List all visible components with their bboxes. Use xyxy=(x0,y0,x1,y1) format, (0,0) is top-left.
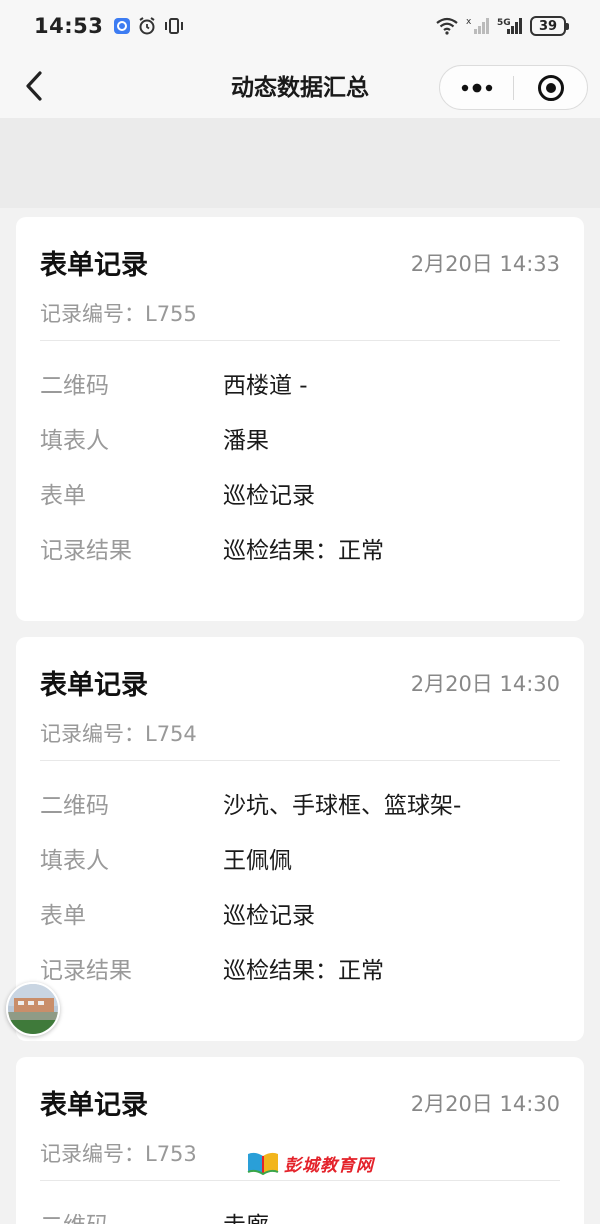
wifi-icon xyxy=(435,16,459,36)
value-filler: 王佩佩 xyxy=(223,848,292,874)
row-form: 表单 巡检记录 xyxy=(40,897,560,929)
row-result: 记录结果 巡检结果：正常 xyxy=(40,532,560,564)
record-card[interactable]: 表单记录 2月20日 14:30 记录编号：L753 二维码 走廊 - xyxy=(16,1057,584,1224)
label-filler: 填表人 xyxy=(40,428,109,454)
label-form: 表单 xyxy=(40,483,86,509)
nav-bar: 动态数据汇总 xyxy=(0,52,600,118)
book-logo-icon xyxy=(247,1152,279,1176)
card-title: 表单记录 xyxy=(40,1090,148,1121)
svg-text:x: x xyxy=(466,17,472,27)
signal-5g-icon: 5G xyxy=(497,16,523,36)
battery-level: 39 xyxy=(538,18,558,34)
row-filler: 填表人 王佩佩 xyxy=(40,842,560,874)
value-form: 巡检记录 xyxy=(223,483,315,509)
status-icons-right: x 5G 39 xyxy=(435,16,569,36)
row-qrcode: 二维码 沙坑、手球框、篮球架- xyxy=(40,787,560,819)
app-notification-icon xyxy=(113,17,131,35)
alarm-icon xyxy=(137,16,157,36)
label-qrcode: 二维码 xyxy=(40,1206,223,1224)
value-form: 巡检记录 xyxy=(223,903,315,929)
record-card[interactable]: 表单记录 2月20日 14:30 记录编号：L754 二维码 沙坑、手球框、篮球… xyxy=(16,637,584,1041)
card-title: 表单记录 xyxy=(40,250,148,281)
record-number: 记录编号：L754 xyxy=(40,722,197,746)
miniprogram-capsule xyxy=(439,65,588,110)
row-result: 记录结果 巡检结果：正常 xyxy=(40,952,560,984)
network-type-label: 5G xyxy=(497,18,511,28)
card-divider xyxy=(40,1180,560,1181)
card-title: 表单记录 xyxy=(40,670,148,701)
row-filler: 填表人 潘果 xyxy=(40,422,560,454)
card-time: 2月20日 14:30 xyxy=(410,672,560,696)
card-time: 2月20日 14:30 xyxy=(410,1092,560,1116)
card-divider xyxy=(40,340,560,341)
status-time: 14:53 xyxy=(34,14,104,38)
more-dots-icon xyxy=(461,83,492,92)
battery-icon: 39 xyxy=(530,16,569,36)
signal-no-service-icon: x xyxy=(466,16,490,36)
value-qrcode: 沙坑、手球框、篮球架- xyxy=(223,793,462,819)
watermark-text: 彭城教育网 xyxy=(284,1155,374,1176)
value-qrcode: 走廊 - xyxy=(223,1206,285,1224)
floating-avatar-button[interactable] xyxy=(6,982,60,1036)
label-qrcode: 二维码 xyxy=(40,793,109,819)
label-result: 记录结果 xyxy=(40,538,132,564)
row-qrcode: 二维码 走廊 - xyxy=(40,1207,560,1224)
header-band xyxy=(0,118,600,208)
status-bar: 14:53 x 5G 39 xyxy=(0,0,600,52)
card-divider xyxy=(40,760,560,761)
card-time: 2月20日 14:33 xyxy=(410,252,560,276)
record-number: 记录编号：L753 xyxy=(40,1142,197,1166)
vibrate-icon xyxy=(163,16,185,36)
label-result: 记录结果 xyxy=(40,958,132,984)
more-button[interactable] xyxy=(440,66,513,109)
target-icon xyxy=(537,74,564,101)
close-miniprogram-button[interactable] xyxy=(514,66,587,109)
value-qrcode: 西楼道 - xyxy=(223,373,308,399)
record-card[interactable]: 表单记录 2月20日 14:33 记录编号：L755 二维码 西楼道 - 填表人… xyxy=(16,217,584,621)
value-result: 巡检结果：正常 xyxy=(223,958,384,984)
value-filler: 潘果 xyxy=(223,428,269,454)
status-icons-left xyxy=(113,16,185,36)
record-number: 记录编号：L755 xyxy=(40,302,197,326)
value-result: 巡检结果：正常 xyxy=(223,538,384,564)
label-form: 表单 xyxy=(40,903,86,929)
watermark: 彭城教育网 xyxy=(246,1150,374,1176)
row-form: 表单 巡检记录 xyxy=(40,477,560,509)
label-qrcode: 二维码 xyxy=(40,373,109,399)
label-filler: 填表人 xyxy=(40,848,109,874)
row-qrcode: 二维码 西楼道 - xyxy=(40,367,560,399)
page: 14:53 x 5G 39 动态数据汇总 表单记录 2月20日 14:33 记录… xyxy=(0,0,600,1224)
